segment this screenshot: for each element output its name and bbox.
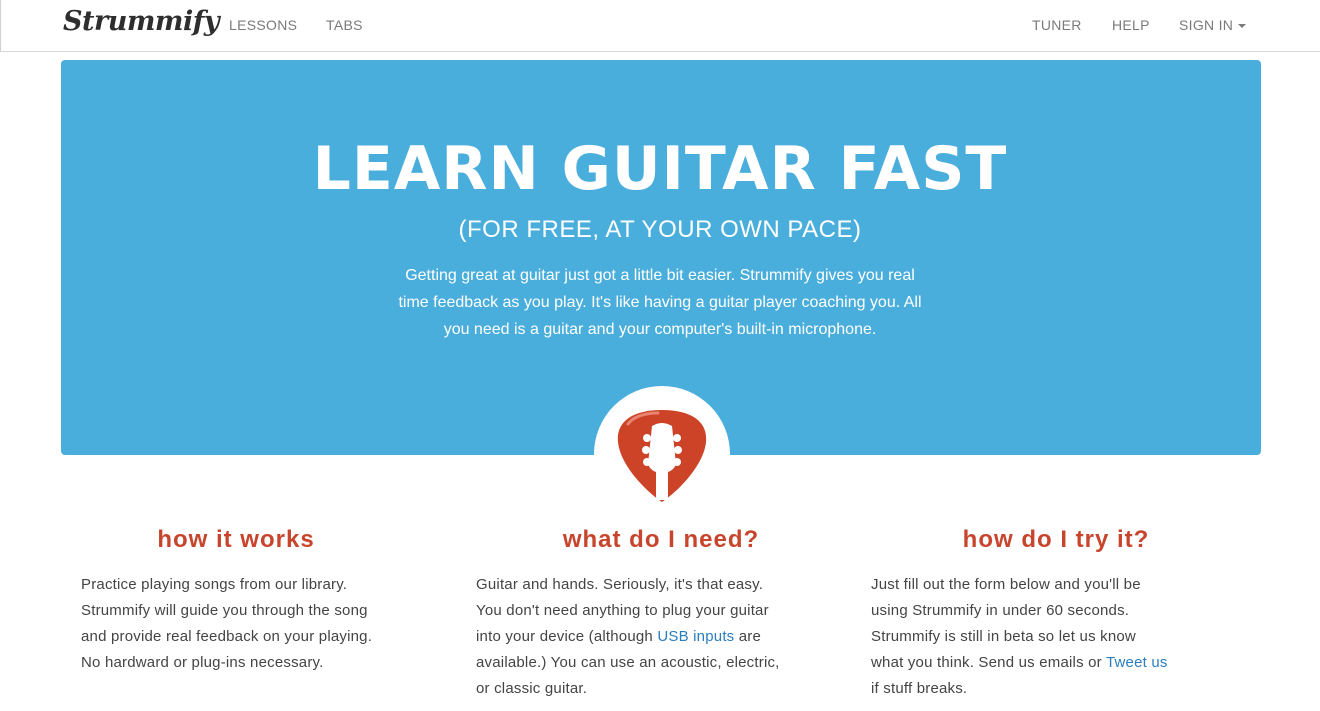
- what-do-i-need-section: what do I need? Guitar and hands. Seriou…: [476, 520, 816, 702]
- body-line: using Strummify in under 60 seconds.: [871, 602, 1130, 619]
- sign-in-label: SIGN IN: [1179, 17, 1234, 33]
- body-line: into your device (although USB inputs ar…: [476, 624, 816, 650]
- section-heading: how it works: [157, 526, 315, 553]
- tweet-us-link[interactable]: Tweet us: [1106, 654, 1168, 671]
- body-text: are: [734, 628, 762, 645]
- section-body: Guitar and hands. Seriously, it's that e…: [476, 572, 816, 702]
- body-text: into your device (although: [476, 628, 658, 645]
- body-line: You don't need anything to plug your gui…: [476, 602, 769, 619]
- body-line: what you think. Send us emails or Tweet …: [871, 650, 1211, 676]
- nav-tuner-link[interactable]: TUNER: [1032, 17, 1082, 33]
- hero-text-line: Getting great at guitar just got a littl…: [405, 267, 915, 284]
- section-heading: how do I try it?: [962, 526, 1150, 553]
- nav-tabs-link[interactable]: TABS: [326, 17, 363, 33]
- body-text: what you think. Send us emails or: [871, 654, 1106, 671]
- hero-subtitle: (FOR FREE, AT YOUR OWN PACE): [458, 216, 862, 243]
- body-line: Guitar and hands. Seriously, it's that e…: [476, 576, 764, 593]
- body-line: No hardward or plug-ins necessary.: [81, 654, 324, 671]
- how-it-works-section: how it works Practice playing songs from…: [81, 520, 421, 676]
- hero-text-line: time feedback as you play. It's like hav…: [398, 294, 922, 311]
- body-line: available.) You can use an acoustic, ele…: [476, 654, 780, 671]
- top-navbar: Strummify LESSONS TABS TUNER HELP SIGN I…: [0, 0, 1320, 52]
- body-line: Just fill out the form below and you'll …: [871, 576, 1141, 593]
- brand-logo[interactable]: Strummify: [63, 6, 220, 37]
- section-body: Practice playing songs from our library.…: [81, 572, 421, 676]
- section-heading: what do I need?: [562, 526, 760, 553]
- body-line: and provide real feedback on your playin…: [81, 628, 373, 645]
- body-line: or classic guitar.: [476, 680, 588, 697]
- body-line: if stuff breaks.: [871, 680, 968, 697]
- how-do-i-try-it-section: how do I try it? Just fill out the form …: [871, 520, 1211, 702]
- hero-title: LEARN GUITAR FAST: [312, 134, 1008, 204]
- sign-in-dropdown[interactable]: SIGN IN: [1179, 17, 1247, 33]
- caret-down-icon: [1238, 24, 1247, 29]
- section-body: Just fill out the form below and you'll …: [871, 572, 1211, 702]
- body-line: Strummify is still in beta so let us kno…: [871, 628, 1136, 645]
- body-line: Strummify will guide you through the son…: [81, 602, 368, 619]
- hero-text-line: you need is a guitar and your computer's…: [443, 321, 877, 338]
- hero-description: Getting great at guitar just got a littl…: [360, 262, 960, 343]
- guitar-pick-icon: [617, 410, 707, 502]
- body-line: Practice playing songs from our library.: [81, 576, 348, 593]
- usb-inputs-link[interactable]: USB inputs: [657, 628, 734, 645]
- nav-help-link[interactable]: HELP: [1112, 17, 1150, 33]
- nav-lessons-link[interactable]: LESSONS: [229, 17, 297, 33]
